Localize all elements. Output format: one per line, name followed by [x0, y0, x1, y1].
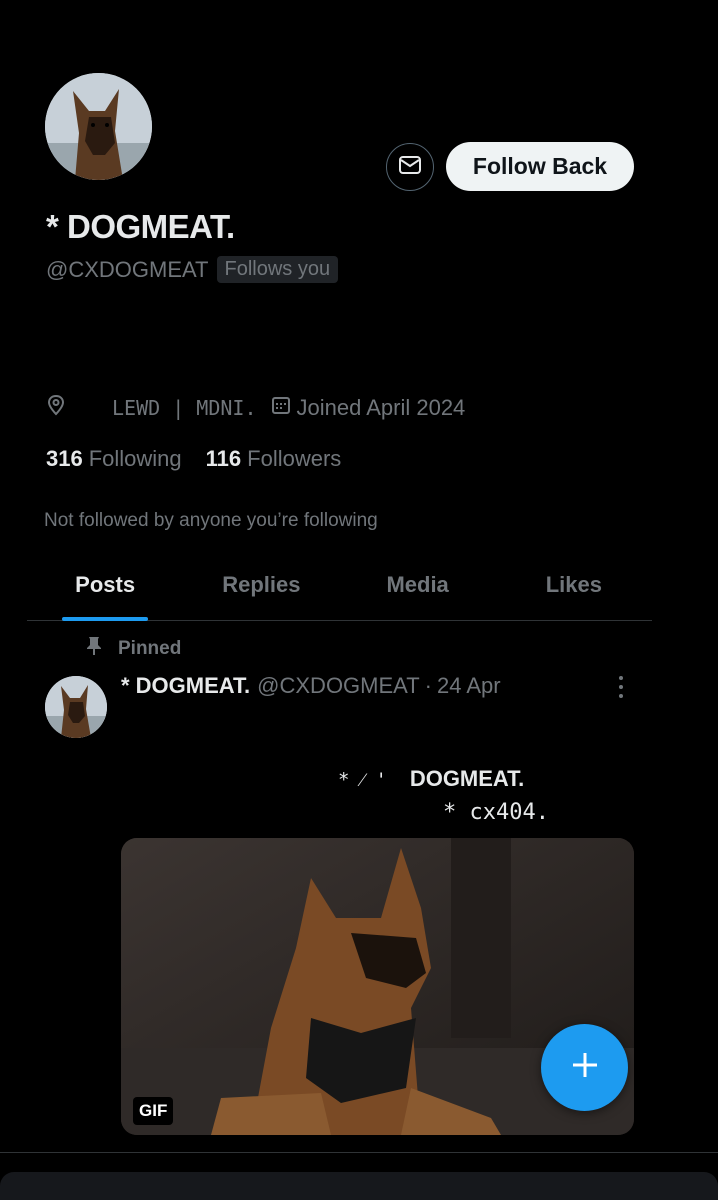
not-followed-notice: Not followed by anyone you’re following — [44, 510, 378, 531]
tab-label: Likes — [545, 572, 602, 597]
tab-label: Media — [386, 572, 449, 597]
follows-you-badge: Follows you — [216, 256, 339, 283]
calendar-icon — [271, 395, 291, 420]
following-label: Following — [88, 446, 182, 471]
post-header: * DOGMEAT. @CXDOGMEAT · 24 Apr — [121, 673, 501, 699]
followers-count: 116 — [205, 446, 242, 471]
bottom-sheet-edge — [0, 1172, 718, 1200]
message-button[interactable] — [386, 143, 434, 191]
active-tab-indicator — [62, 617, 148, 621]
handle-row: @CXDOGMEAT Follows you — [46, 256, 339, 283]
tab-label: Posts — [75, 572, 136, 597]
profile-meta: LEWD | MDNI. Joined April 2024 — [46, 394, 465, 421]
profile-page: Follow Back * DOGMEAT. @CXDOGMEAT Follow… — [0, 0, 718, 1200]
mail-icon — [399, 155, 421, 179]
divider — [0, 1152, 718, 1153]
profile-stats: 316 Following 116 Followers — [46, 446, 341, 472]
pinned-indicator: Pinned — [86, 636, 181, 662]
post-text-symbols: * ⁄ ' — [338, 769, 410, 791]
profile-handle: @CXDOGMEAT — [46, 256, 209, 282]
tab-replies[interactable]: Replies — [183, 563, 339, 620]
post-text-name: DOGMEAT. — [409, 766, 525, 791]
location-icon — [46, 394, 66, 421]
profile-avatar[interactable] — [45, 73, 152, 180]
tab-label: Replies — [222, 572, 301, 597]
followers-label: Followers — [247, 446, 342, 471]
tab-likes[interactable]: Likes — [496, 563, 652, 620]
profile-tabs: Posts Replies Media Likes — [27, 563, 652, 621]
profile-display-name: * DOGMEAT. — [46, 208, 235, 245]
post-author-handle[interactable]: @CXDOGMEAT — [257, 673, 420, 699]
profile-joined-date: Joined April 2024 — [296, 394, 466, 420]
more-icon[interactable] — [612, 676, 630, 698]
followers-link[interactable]: 116 Followers — [206, 446, 342, 472]
post-date[interactable]: 24 Apr — [437, 673, 501, 699]
following-count: 316 — [46, 446, 83, 471]
profile-location: LEWD | MDNI. — [112, 395, 257, 420]
pin-icon — [86, 636, 102, 662]
post-text-line-1: * ⁄ ' DOGMEAT. — [338, 766, 524, 792]
tab-media[interactable]: Media — [340, 563, 496, 620]
follow-back-button[interactable]: Follow Back — [446, 142, 634, 191]
tab-posts[interactable]: Posts — [27, 563, 183, 621]
post-text-line-2: * cx404. — [443, 800, 549, 825]
pinned-label: Pinned — [118, 638, 182, 659]
post-separator: · — [424, 673, 432, 698]
post-author-avatar[interactable] — [45, 676, 107, 738]
plus-icon — [570, 1050, 600, 1085]
compose-button[interactable] — [541, 1024, 628, 1111]
gif-badge: GIF — [133, 1097, 174, 1125]
following-link[interactable]: 316 Following — [46, 446, 182, 472]
post-author-name[interactable]: * DOGMEAT. — [121, 673, 250, 699]
